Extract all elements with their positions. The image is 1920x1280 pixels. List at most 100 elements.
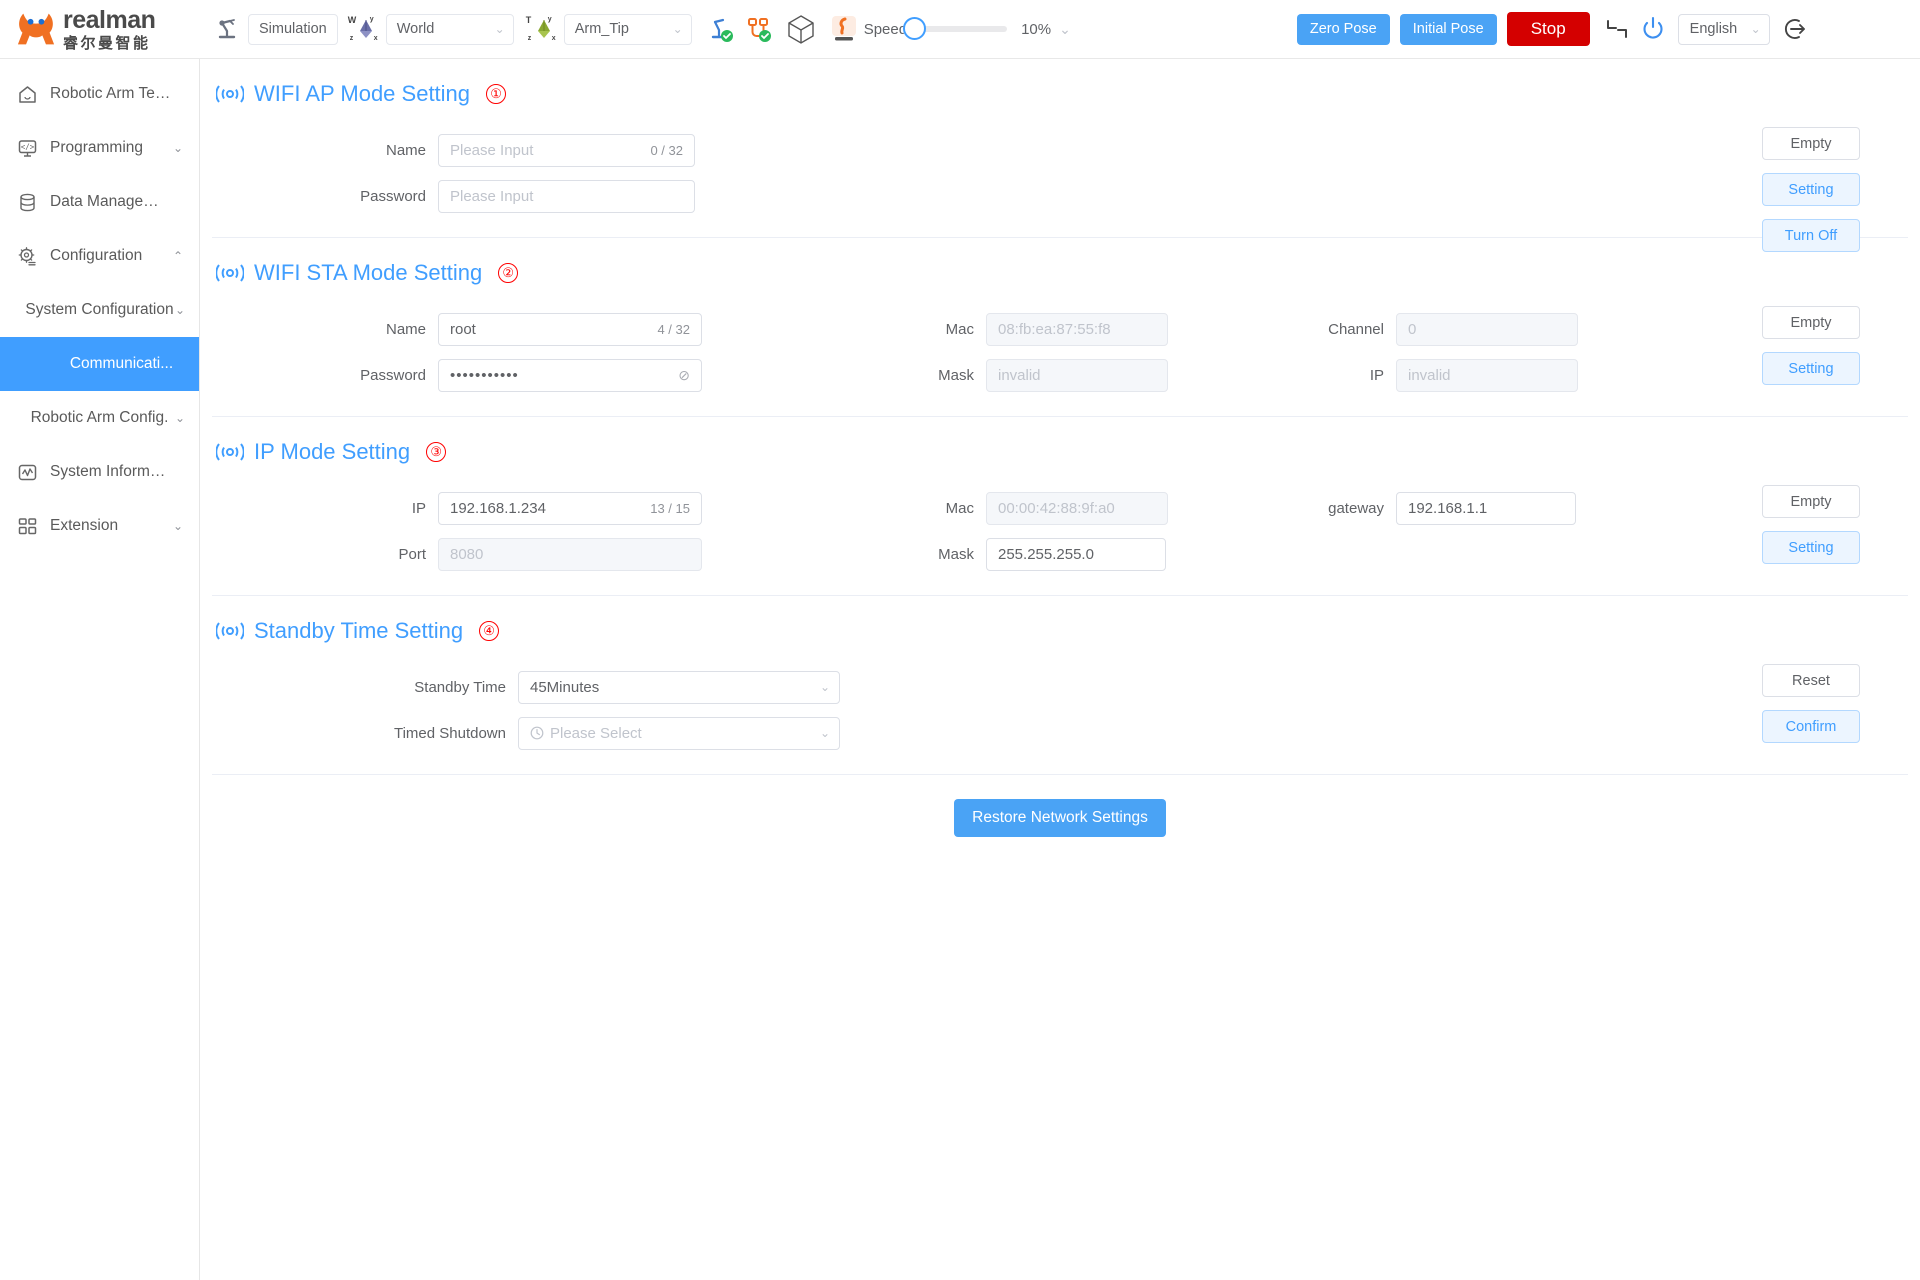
section-body: Name root 4 / 32 Mac 08:fb:ea:87:55:f8 C… (200, 292, 1920, 416)
sidebar-item-communication[interactable]: Communicati... (0, 337, 199, 391)
ip-setting-button[interactable]: Setting (1762, 531, 1860, 564)
brand-name-en: realman (63, 8, 155, 33)
sidebar-item-label: Extension (50, 517, 161, 535)
section-body: IP 192.168.1.234 13 / 15 Mac 00:00:42:88… (200, 471, 1920, 595)
stop-button[interactable]: Stop (1507, 12, 1590, 46)
initial-pose-button[interactable]: Initial Pose (1400, 14, 1497, 45)
ap-setting-button[interactable]: Setting (1762, 173, 1860, 206)
ip-address-counter: 13 / 15 (650, 501, 690, 516)
speed-slider[interactable] (915, 26, 1007, 32)
sidebar-item-label: Robotic Arm Tea... (50, 85, 171, 103)
section-header: WIFI AP Mode Setting ① (200, 59, 1920, 113)
code-icon: </> (16, 137, 38, 159)
section-body: Standby Time 45Minutes ⌄ Timed Shutdown … (200, 650, 1920, 774)
wifi-icon (216, 262, 244, 284)
sta-channel-value: 0 (1408, 321, 1416, 338)
sta-password-value: ••••••••••• (450, 367, 519, 384)
ap-turn-off-button[interactable]: Turn Off (1762, 219, 1860, 252)
world-frame-select[interactable]: World ⌄ (386, 14, 514, 45)
ip-gateway-input[interactable]: 192.168.1.1 (1396, 492, 1576, 525)
language-value: English (1690, 21, 1738, 37)
field-label: IP (200, 500, 438, 517)
section-header: Standby Time Setting ④ (200, 596, 1920, 650)
form-row: Name Please Input 0 / 32 (200, 127, 1920, 173)
sta-setting-button[interactable]: Setting (1762, 352, 1860, 385)
timed-shutdown-select[interactable]: Please Select ⌄ (518, 717, 840, 750)
chart-icon (16, 461, 38, 483)
standby-time-select[interactable]: 45Minutes ⌄ (518, 671, 840, 704)
language-select[interactable]: English ⌄ (1678, 14, 1770, 45)
sidebar-item-programming[interactable]: </> Programming ⌄ (0, 121, 199, 175)
sta-password-input[interactable]: ••••••••••• ⊘ (438, 359, 702, 392)
tool-frame-select[interactable]: Arm_Tip ⌄ (564, 14, 692, 45)
form-row: Password Please Input (200, 173, 1920, 219)
wifi-icon (216, 441, 244, 463)
field-label: Port (200, 546, 438, 563)
ip-address-input[interactable]: 192.168.1.234 13 / 15 (438, 492, 702, 525)
sta-name-value: root (450, 321, 476, 338)
section-buttons: Empty Setting Turn Off (1762, 127, 1860, 252)
sta-mask-input: invalid (986, 359, 1168, 392)
sidebar-item-system-information[interactable]: System Informat... (0, 445, 199, 499)
drag-teach-icon[interactable] (828, 13, 860, 45)
chevron-down-icon: ⌄ (820, 680, 830, 694)
standby-time-value: 45Minutes (530, 679, 599, 696)
chevron-down-icon: ⌄ (820, 726, 830, 740)
simulation-mode-label: Simulation (259, 21, 327, 37)
sidebar-item-configuration[interactable]: Configuration ⌃ (0, 229, 199, 283)
field-label: Name (200, 321, 438, 338)
sidebar-subitem-label: Robotic Arm Config. (31, 409, 169, 427)
chevron-down-icon: ⌄ (173, 141, 183, 155)
logout-icon[interactable] (1780, 14, 1810, 44)
field-label: Timed Shutdown (200, 725, 518, 742)
chevron-down-icon: ⌄ (1751, 22, 1761, 36)
ip-address-value: 192.168.1.234 (450, 500, 546, 517)
standby-reset-button[interactable]: Reset (1762, 664, 1860, 697)
sidebar-item-system-configuration[interactable]: System Configuration ⌄ (0, 283, 199, 337)
section-title: WIFI AP Mode Setting (254, 81, 470, 107)
collapse-icon[interactable] (1602, 14, 1632, 44)
sidebar-item-robotic-arm-teaching[interactable]: Robotic Arm Tea... (0, 67, 199, 121)
field-label: Password (200, 188, 438, 205)
chevron-down-icon: ⌄ (175, 411, 185, 425)
ip-mask-input[interactable]: 255.255.255.0 (986, 538, 1166, 571)
speed-slider-knob[interactable] (903, 17, 926, 40)
ip-empty-button[interactable]: Empty (1762, 485, 1860, 518)
simulation-mode-box[interactable]: Simulation (248, 14, 338, 45)
sidebar-subitem-label: Communicati... (26, 355, 173, 373)
top-toolbar: realman 睿尔曼智能 Simulation W y z x World ⌄ (0, 0, 1920, 59)
field-label: IP (1168, 367, 1396, 384)
eye-off-icon[interactable]: ⊘ (678, 367, 690, 384)
section-title: WIFI STA Mode Setting (254, 260, 482, 286)
ap-password-input[interactable]: Please Input (438, 180, 695, 213)
sidebar-item-data-management[interactable]: Data Management (0, 175, 199, 229)
section-title: IP Mode Setting (254, 439, 410, 465)
restore-network-settings-button[interactable]: Restore Network Settings (954, 799, 1166, 837)
zero-pose-button[interactable]: Zero Pose (1297, 14, 1390, 45)
robot-arm-icon[interactable] (212, 14, 242, 44)
power-icon[interactable] (1638, 14, 1668, 44)
sta-empty-button[interactable]: Empty (1762, 306, 1860, 339)
field-label: Standby Time (200, 679, 518, 696)
ap-name-input[interactable]: Please Input 0 / 32 (438, 134, 695, 167)
ap-password-placeholder: Please Input (450, 188, 533, 205)
cube-icon[interactable] (784, 12, 818, 46)
ap-empty-button[interactable]: Empty (1762, 127, 1860, 160)
world-axis-icon: W y z x (348, 13, 382, 45)
sta-name-counter: 4 / 32 (657, 322, 690, 337)
sidebar-item-label: Configuration (50, 247, 161, 265)
sidebar-item-robotic-arm-config[interactable]: Robotic Arm Config. ⌄ (0, 391, 199, 445)
robot-arm-status-ok-icon[interactable] (706, 14, 736, 44)
standby-confirm-button[interactable]: Confirm (1762, 710, 1860, 743)
speed-chevron-down-icon[interactable]: ⌄ (1059, 21, 1071, 38)
sta-mac-input: 08:fb:ea:87:55:f8 (986, 313, 1168, 346)
field-label: gateway (1168, 500, 1396, 517)
section-buttons: Reset Confirm (1762, 664, 1860, 743)
database-icon (16, 191, 38, 213)
form-row: Port 8080 Mask 255.255.255.0 (200, 531, 1920, 577)
sidebar-item-extension[interactable]: Extension ⌄ (0, 499, 199, 553)
timed-shutdown-placeholder: Please Select (550, 725, 642, 742)
tool-frame-value: Arm_Tip (575, 21, 629, 37)
sta-name-input[interactable]: root 4 / 32 (438, 313, 702, 346)
cable-status-ok-icon[interactable] (744, 14, 774, 44)
